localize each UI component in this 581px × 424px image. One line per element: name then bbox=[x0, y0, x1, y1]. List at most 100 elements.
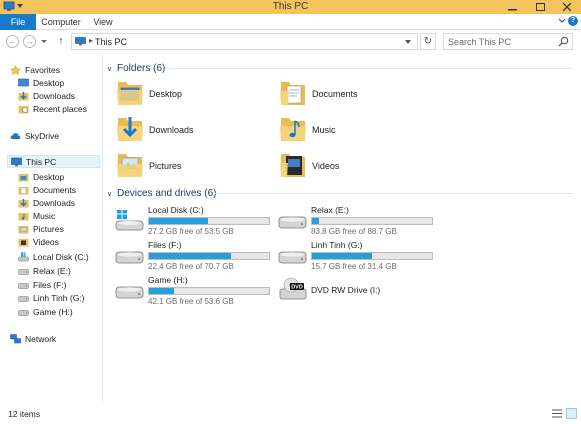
windows-drive-icon bbox=[18, 252, 29, 261]
star-icon bbox=[10, 64, 21, 75]
drive-free-space: 42.1 GB free of 53.6 GB bbox=[148, 297, 234, 306]
explorer-window: This PC File Computer View ? ← → ↑ ▸ Thi… bbox=[0, 0, 581, 424]
nav-item-local-disk-c[interactable]: Local Disk (C:) bbox=[18, 250, 89, 263]
nav-item-downloads[interactable]: Downloads bbox=[18, 196, 75, 209]
section-divider bbox=[165, 68, 573, 69]
nav-label: Pictures bbox=[33, 223, 64, 234]
search-box[interactable] bbox=[443, 33, 573, 50]
dvd-drive-icon: DVD bbox=[279, 277, 307, 300]
network-icon bbox=[10, 333, 21, 343]
nav-item-relax-e[interactable]: Relax (E:) bbox=[18, 264, 71, 277]
nav-label: Music bbox=[33, 210, 56, 221]
folder-tile-pictures[interactable]: Pictures bbox=[116, 149, 266, 183]
music-folder-icon bbox=[280, 118, 306, 141]
nav-label: SkyDrive bbox=[25, 130, 60, 141]
nav-item-favorites-desktop[interactable]: Desktop bbox=[18, 76, 64, 89]
folder-label: Music bbox=[312, 125, 336, 135]
pane-divider[interactable] bbox=[102, 54, 103, 404]
maximize-button[interactable] bbox=[526, 0, 554, 14]
folder-tile-desktop[interactable]: Desktop bbox=[116, 77, 266, 111]
drive-usage-fill bbox=[149, 288, 175, 294]
nav-item-desktop[interactable]: Desktop bbox=[18, 170, 64, 183]
drive-tile-relax-e[interactable]: Relax (E:) 83.8 GB free of 88.7 GB bbox=[278, 205, 438, 237]
nav-item-game-h[interactable]: Game (H:) bbox=[18, 305, 73, 318]
folder-tile-music[interactable]: Music bbox=[279, 113, 429, 147]
documents-icon bbox=[18, 186, 29, 194]
nav-label: Network bbox=[25, 333, 57, 344]
hard-drive-icon bbox=[115, 251, 144, 264]
hard-drive-icon bbox=[18, 268, 29, 275]
nav-label: This PC bbox=[26, 156, 57, 167]
nav-label: Linh Tinh (G:) bbox=[33, 292, 85, 303]
nav-item-favorites-downloads[interactable]: Downloads bbox=[18, 89, 75, 102]
tab-view[interactable]: View bbox=[88, 14, 118, 30]
address-bar[interactable]: ▸ This PC bbox=[71, 33, 418, 50]
drive-label: Local Disk (C:) bbox=[148, 205, 204, 215]
drive-free-space: 15.7 GB free of 31.4 GB bbox=[311, 262, 397, 271]
drive-label: Game (H:) bbox=[148, 275, 188, 285]
help-icon[interactable]: ? bbox=[568, 16, 578, 26]
recent-locations-icon[interactable] bbox=[41, 40, 47, 43]
nav-label: Desktop bbox=[33, 77, 65, 88]
details-view-icon[interactable] bbox=[552, 409, 562, 418]
nav-network[interactable]: Network bbox=[10, 332, 56, 345]
recent-places-icon bbox=[18, 105, 29, 113]
desktop-folder-icon bbox=[117, 82, 143, 105]
breadcrumb[interactable]: This PC bbox=[95, 37, 127, 47]
forward-button[interactable]: → bbox=[23, 35, 36, 48]
nav-this-pc[interactable]: This PC bbox=[7, 155, 100, 168]
drive-free-space: 22.4 GB free of 70.7 GB bbox=[148, 262, 234, 271]
nav-item-music[interactable]: Music bbox=[18, 209, 55, 222]
drive-label: DVD RW Drive (I:) bbox=[311, 285, 381, 295]
status-bar: 12 items bbox=[0, 404, 581, 424]
nav-label: Favorites bbox=[25, 64, 60, 75]
section-divider bbox=[215, 193, 573, 194]
breadcrumb-separator-icon[interactable]: ▸ bbox=[89, 36, 93, 45]
search-icon[interactable] bbox=[558, 36, 569, 47]
drive-usage-bar bbox=[311, 252, 433, 260]
nav-item-linh-tinh-g[interactable]: Linh Tinh (G:) bbox=[18, 291, 85, 304]
drive-tile-game-h[interactable]: Game (H:) 42.1 GB free of 53.6 GB bbox=[115, 275, 275, 307]
tab-file[interactable]: File bbox=[0, 14, 36, 30]
folder-tile-videos[interactable]: Videos bbox=[279, 149, 429, 183]
folder-label: Pictures bbox=[149, 161, 182, 171]
navigation-pane[interactable]: Favorites Desktop Downloads Recent place… bbox=[0, 54, 101, 404]
ribbon-tabs: File Computer View ? bbox=[0, 14, 581, 30]
chevron-down-icon[interactable] bbox=[558, 17, 566, 25]
nav-label: Recent places bbox=[33, 103, 87, 114]
nav-item-pictures[interactable]: Pictures bbox=[18, 222, 64, 235]
folder-tile-documents[interactable]: Documents bbox=[279, 77, 429, 111]
folder-tile-downloads[interactable]: Downloads bbox=[116, 113, 266, 147]
nav-skydrive[interactable]: SkyDrive bbox=[10, 129, 59, 142]
videos-icon bbox=[18, 238, 29, 246]
nav-item-recent-places[interactable]: Recent places bbox=[18, 102, 87, 115]
main-body: Favorites Desktop Downloads Recent place… bbox=[0, 54, 581, 404]
nav-label: Downloads bbox=[33, 197, 76, 208]
drive-tile-dvd-rw-i[interactable]: DVD DVD RW Drive (I:) bbox=[278, 275, 438, 307]
section-title: Folders (6) bbox=[117, 62, 166, 74]
address-dropdown-icon[interactable] bbox=[405, 40, 411, 44]
large-icons-view-icon[interactable] bbox=[566, 408, 577, 419]
refresh-button[interactable]: ↻ bbox=[420, 33, 436, 50]
back-button[interactable]: ← bbox=[6, 35, 19, 48]
nav-favorites[interactable]: Favorites bbox=[10, 63, 60, 76]
drive-usage-fill bbox=[149, 253, 231, 259]
drive-tile-linh-tinh-g[interactable]: Linh Tinh (G:) 15.7 GB free of 31.4 GB bbox=[278, 240, 438, 272]
nav-item-files-f[interactable]: Files (F:) bbox=[18, 278, 67, 291]
nav-label: Files (F:) bbox=[33, 279, 67, 290]
tab-computer[interactable]: Computer bbox=[40, 14, 82, 30]
drive-tile-local-disk-c[interactable]: Local Disk (C:) 27.2 GB free of 53.5 GB bbox=[115, 205, 275, 237]
drive-tile-files-f[interactable]: Files (F:) 22.4 GB free of 70.7 GB bbox=[115, 240, 275, 272]
drive-usage-bar bbox=[148, 217, 270, 225]
up-button[interactable]: ↑ bbox=[55, 34, 67, 48]
close-button[interactable] bbox=[553, 0, 581, 14]
folders-section-header[interactable]: ∨ Folders (6) bbox=[107, 61, 165, 75]
drives-section-header[interactable]: ∨ Devices and drives (6) bbox=[107, 186, 216, 200]
nav-item-documents[interactable]: Documents bbox=[18, 183, 76, 196]
title-bar[interactable]: This PC bbox=[0, 0, 581, 14]
nav-label: Videos bbox=[33, 236, 59, 247]
search-input[interactable] bbox=[448, 36, 552, 48]
nav-label: Local Disk (C:) bbox=[33, 251, 89, 262]
nav-item-videos[interactable]: Videos bbox=[18, 235, 59, 248]
minimize-button[interactable] bbox=[498, 0, 526, 14]
